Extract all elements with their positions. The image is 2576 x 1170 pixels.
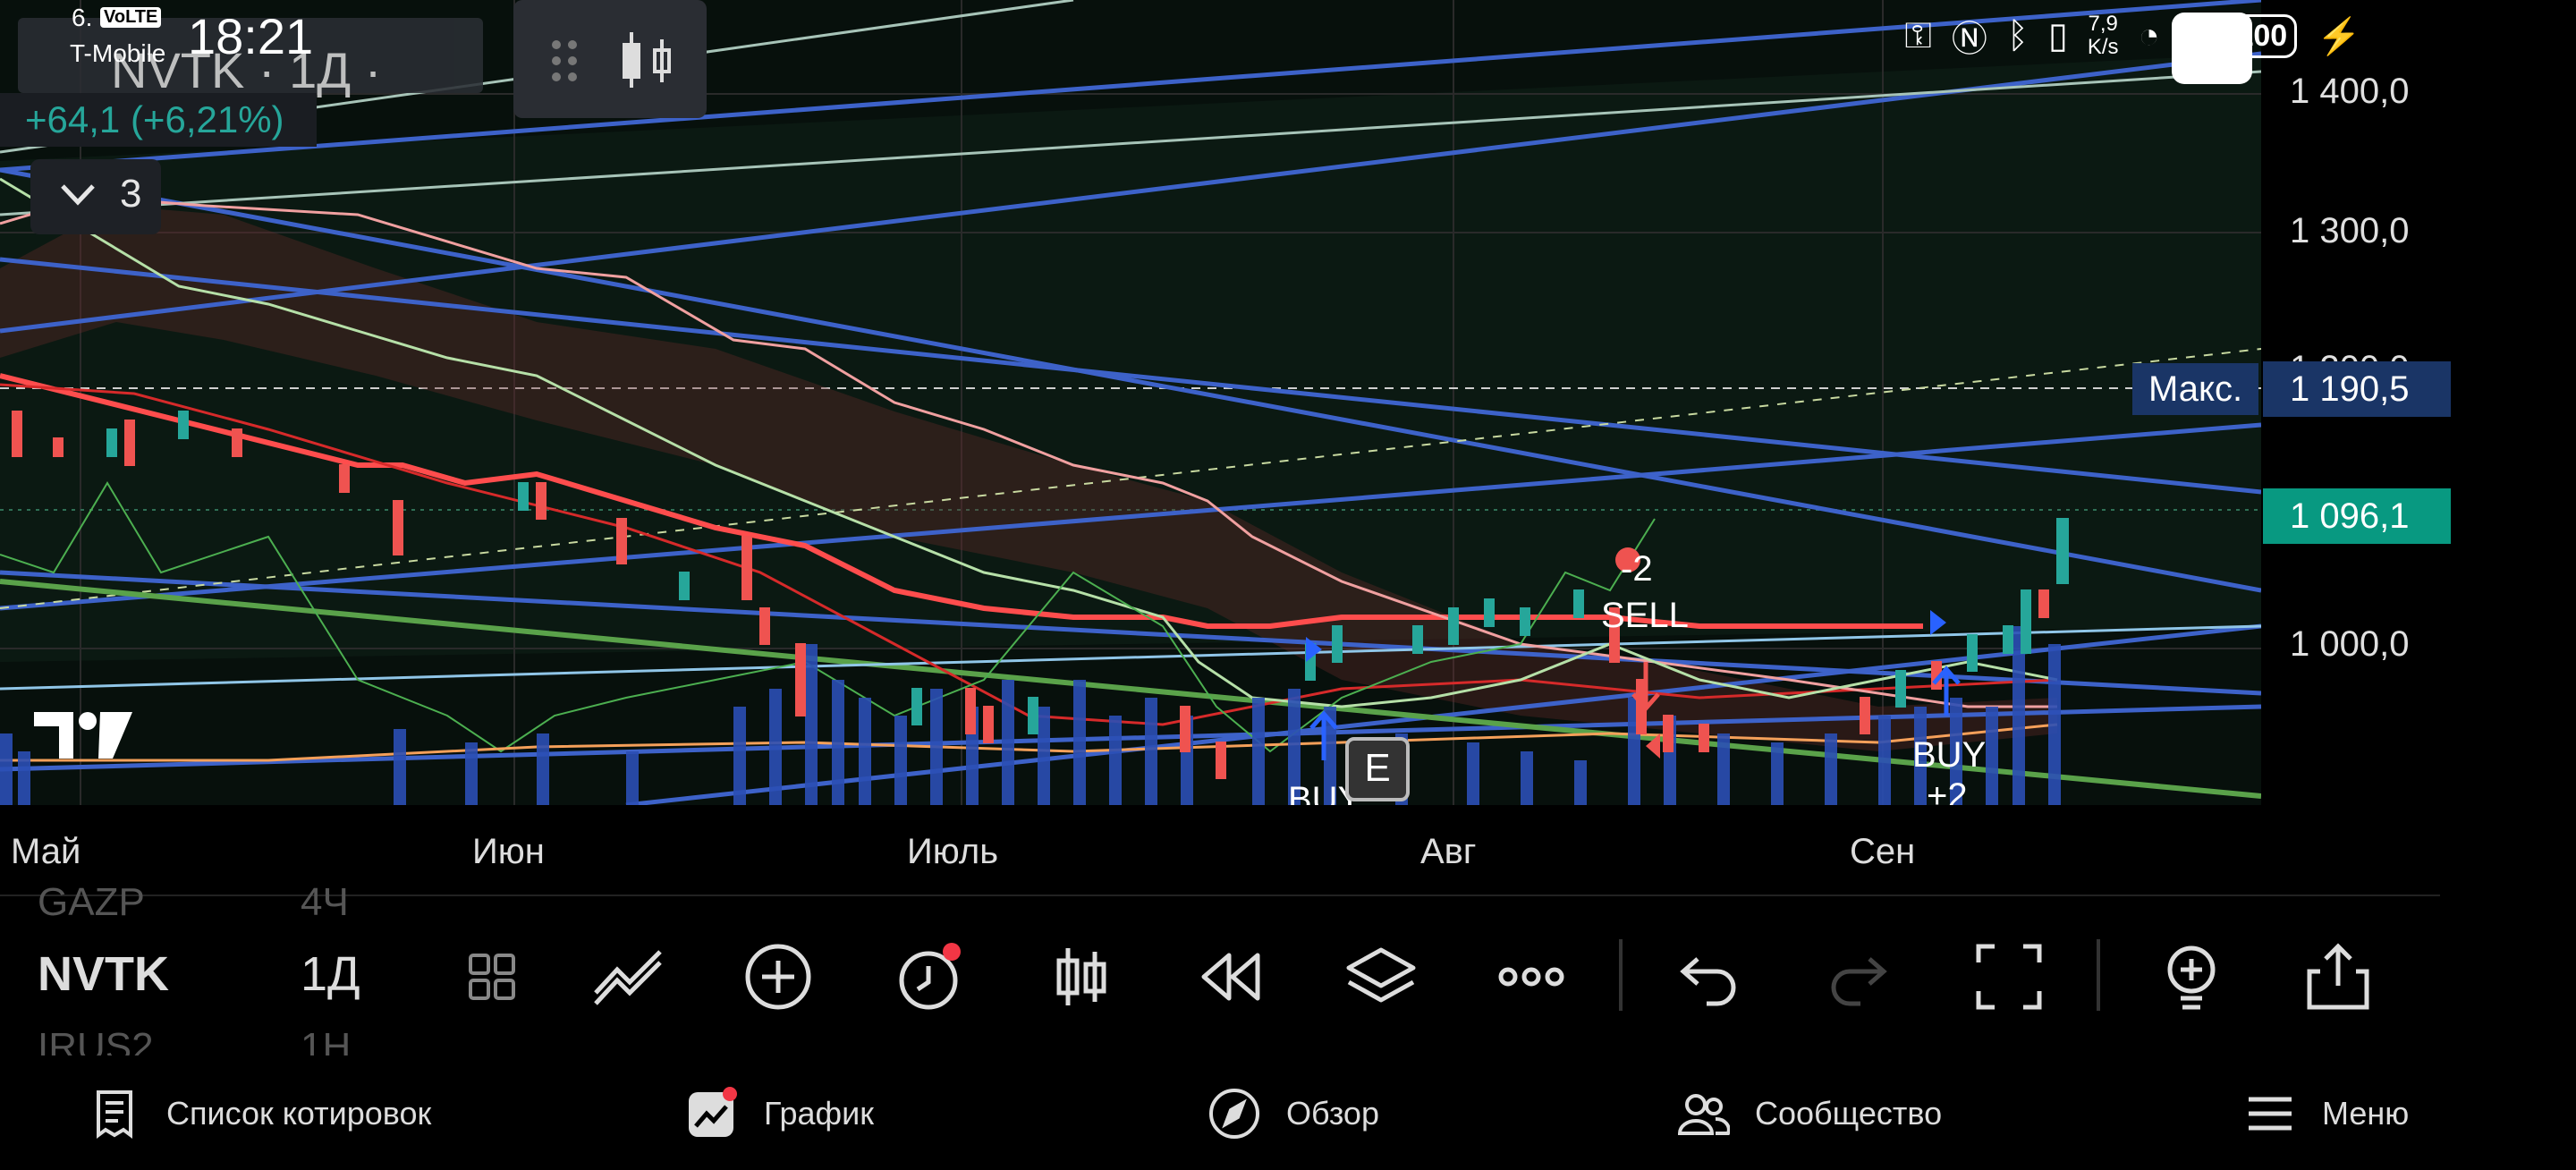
share-icon[interactable] xyxy=(2301,939,2376,1014)
max-label: Макс. xyxy=(2132,363,2259,415)
clock: 18:21 xyxy=(188,8,314,64)
indicators-count: 3 xyxy=(120,172,142,216)
toolbar-separator xyxy=(1619,939,1623,1011)
prev-interval-ghost[interactable]: 4Ч xyxy=(301,880,349,925)
nav-explore-label: Обзор xyxy=(1286,1095,1379,1132)
time-label: Май xyxy=(11,832,81,871)
hamburger-icon xyxy=(2249,1097,2292,1131)
nav-chart[interactable]: График xyxy=(685,1082,874,1145)
nav-explore[interactable]: Обзор xyxy=(1208,1082,1379,1145)
current-price-tag: 1 096,1 xyxy=(2263,488,2451,544)
more-icon[interactable] xyxy=(1494,939,1569,1014)
price-tick: 1 400,0 xyxy=(2290,72,2410,111)
price-tick: 1 000,0 xyxy=(2290,624,2410,664)
nav-menu-label: Меню xyxy=(2322,1095,2410,1132)
layout-icon[interactable] xyxy=(453,939,528,1014)
time-label: Июль xyxy=(907,832,999,871)
nfc-icon: Ⓝ xyxy=(1951,20,1987,59)
alert-icon[interactable] xyxy=(891,939,966,1014)
network-speed: 7,9 K/s xyxy=(2088,13,2119,59)
indicators-collapse-button[interactable]: 3 xyxy=(30,159,161,234)
sell-label: SELL xyxy=(1601,596,1689,635)
toolbar-separator xyxy=(2097,939,2100,1011)
screenshot-overlay-button[interactable] xyxy=(2172,13,2252,84)
tradingview-logo[interactable] xyxy=(34,707,141,764)
nav-watchlist-label: Список котировок xyxy=(166,1095,432,1132)
prev-symbol-ghost[interactable]: GAZP xyxy=(38,880,145,925)
redo-icon[interactable] xyxy=(1821,939,1896,1014)
layers-icon[interactable] xyxy=(1343,939,1419,1014)
carrier-name: T-Mobile xyxy=(70,39,166,67)
add-indicator-icon[interactable] xyxy=(741,939,816,1014)
network-speed-value: 7,9 xyxy=(2088,12,2118,36)
bluetooth-icon: ᛒ xyxy=(2006,15,2029,55)
earnings-marker[interactable]: E xyxy=(1345,737,1410,801)
undo-icon[interactable] xyxy=(1671,939,1746,1014)
community-icon xyxy=(1677,1094,1730,1135)
nav-chart-label: График xyxy=(764,1095,874,1132)
replay-icon[interactable] xyxy=(1193,939,1268,1014)
idea-icon[interactable] xyxy=(2154,939,2229,1014)
vibrate-icon: ▯ xyxy=(2047,16,2068,55)
volte-badge: VoLTE xyxy=(100,7,162,28)
legend-change-box: +64,1 (+6,21%) xyxy=(0,93,317,147)
price-tick: 1 300,0 xyxy=(2290,211,2410,250)
symbol-selector[interactable]: NVTK xyxy=(38,946,169,1002)
time-label: Авг xyxy=(1420,832,1477,871)
buy-label: BUY xyxy=(1912,735,1987,775)
chart-icon xyxy=(689,1087,737,1137)
fullscreen-icon[interactable] xyxy=(1971,939,2046,1014)
status-bar: 6. VoLTE 18:21 T-Mobile ⚿ Ⓝ ᛒ ▯ 7,9 K/s … xyxy=(0,0,2576,84)
nav-community[interactable]: Сообщество xyxy=(1676,1082,1942,1145)
network-speed-unit: K/s xyxy=(2087,35,2119,59)
wifi-icon: ◔ xyxy=(2138,15,2160,55)
draw-icon[interactable] xyxy=(590,939,665,1014)
status-icons: ⚿ Ⓝ ᛒ ▯ 7,9 K/s ◔ ▟ 100 ⚡ xyxy=(1904,11,2361,61)
charging-icon: ⚡ xyxy=(2317,16,2361,56)
sim-slot: 6. xyxy=(72,4,93,31)
interval-selector[interactable]: 1Д xyxy=(301,946,360,1002)
compass-icon xyxy=(1209,1089,1259,1139)
max-price-tag: 1 190,5 xyxy=(2263,361,2451,417)
chevron-down-icon xyxy=(61,184,95,206)
list-icon xyxy=(97,1090,132,1139)
nav-menu[interactable]: Меню xyxy=(2243,1082,2409,1145)
key-icon: ⚿ xyxy=(1904,15,1932,55)
sell-count: -2 xyxy=(1621,549,1653,589)
chart-type-icon[interactable] xyxy=(1043,939,1118,1014)
price-change: +64,1 (+6,21%) xyxy=(25,98,284,140)
time-label: Июн xyxy=(472,832,545,871)
time-label: Сен xyxy=(1850,832,1916,871)
nav-community-label: Сообщество xyxy=(1755,1095,1943,1132)
nav-watchlist[interactable]: Список котировок xyxy=(88,1082,431,1145)
